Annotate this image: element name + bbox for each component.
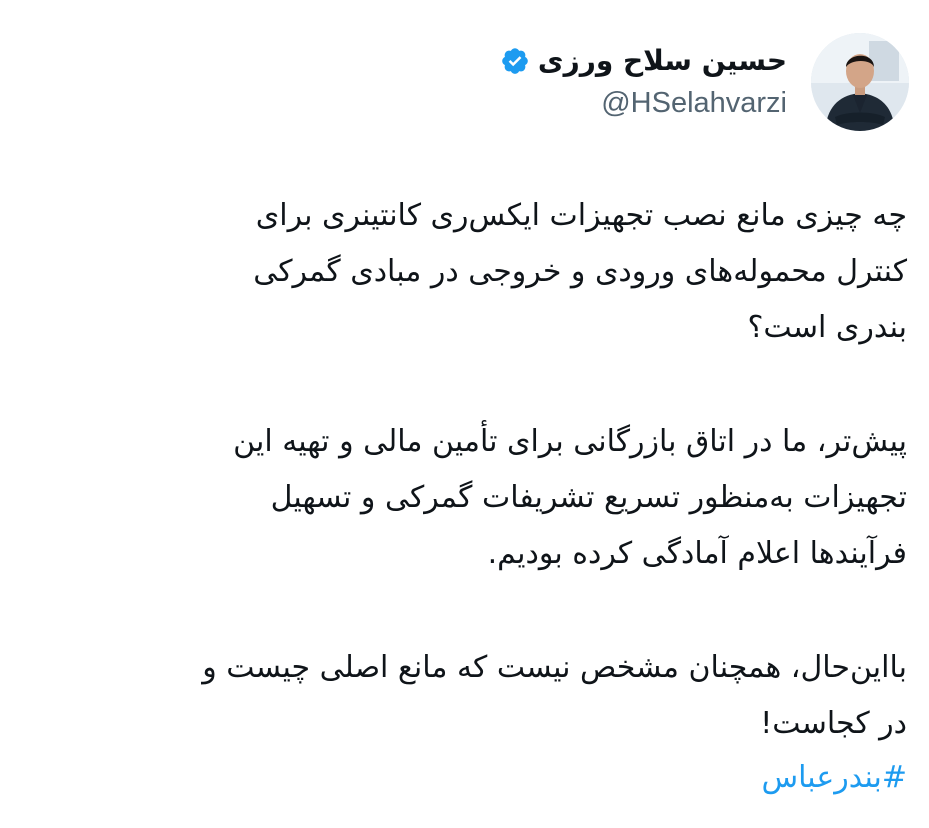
tweet-line: چه چیزی مانع نصب تجهیزات ایکس‌ری کانتینر… [255,198,907,233]
tweet-line: تجهیزات به‌منظور تسریع تشریفات گمرکی و ت… [270,480,907,515]
author-avatar[interactable] [811,33,909,131]
tweet-line: کنترل محموله‌های ورودی و خروجی در مبادی … [253,254,907,289]
tweet-paragraph: بااین‌حال، همچنان مشخص نیست که مانع اصلی… [107,640,907,752]
avatar-photo [811,33,909,131]
verified-badge-icon [500,46,530,76]
hashtag-link[interactable]: #بندرعباس [107,750,908,806]
author-handle[interactable]: @HSelahvarzi [601,83,787,123]
tweet-paragraph: پیش‌تر، ما در اتاق بازرگانی برای تأمین م… [107,414,907,582]
tweet-line: فرآیندها اعلام آمادگی کرده بودیم. [487,536,907,571]
name-row: حسین سلاح ورزی [500,41,787,81]
tweet-paragraph: چه چیزی مانع نصب تجهیزات ایکس‌ری کانتینر… [107,188,907,356]
tweet-header: حسین سلاح ورزی @HSelahvarzi [500,28,909,136]
tweet-line: پیش‌تر، ما در اتاق بازرگانی برای تأمین م… [233,424,907,459]
tweet-line: در کجاست! [760,706,907,741]
author-names: حسین سلاح ورزی @HSelahvarzi [500,41,787,123]
tweet-line: بااین‌حال، همچنان مشخص نیست که مانع اصلی… [202,650,907,685]
tweet-card: حسین سلاح ورزی @HSelahvarzi چه چیزی مانع… [0,0,929,828]
tweet-text: چه چیزی مانع نصب تجهیزات ایکس‌ری کانتینر… [107,188,907,806]
author-display-name[interactable]: حسین سلاح ورزی [538,41,787,81]
tweet-line: بندری است؟ [747,310,907,345]
